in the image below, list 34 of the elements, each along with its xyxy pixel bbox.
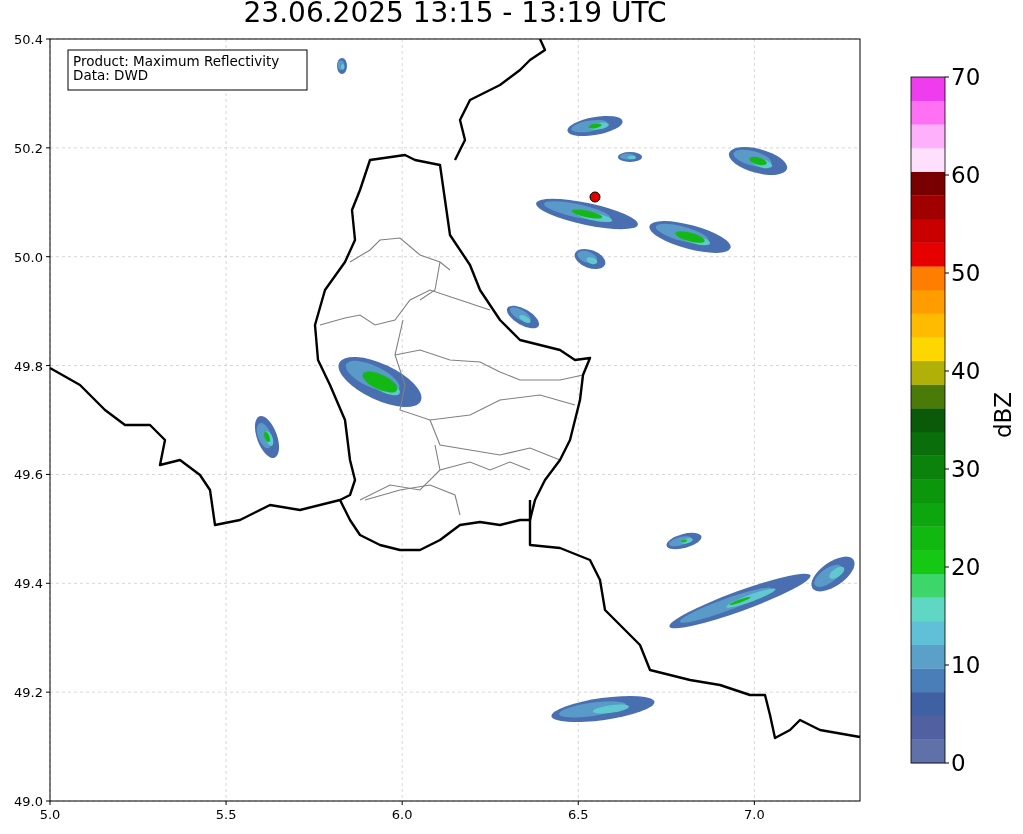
y-tick-label: 49.8	[14, 358, 43, 374]
x-tick-label: 5.0	[39, 807, 61, 822]
x-tick-label: 7.0	[744, 807, 765, 822]
radar-echo	[567, 115, 623, 137]
y-tick-label: 49.2	[14, 685, 43, 701]
radar-echo	[574, 248, 606, 270]
y-tick-label: 49.0	[14, 794, 43, 809]
y-tick-label: 50.2	[14, 140, 43, 156]
x-tick-label: 6.0	[391, 807, 413, 822]
location-marker	[589, 191, 601, 203]
y-tick-label: 49.6	[14, 467, 43, 483]
colorbar-tick-label: 0	[951, 750, 966, 776]
radar-echo	[254, 416, 280, 458]
colorbar-tick-label: 50	[951, 260, 981, 286]
chart-title: 23.06.2025 13:15 - 13:19 UTC	[243, 0, 667, 31]
y-tick-label: 50.0	[14, 249, 43, 265]
legend-text: Data: DWD	[73, 67, 149, 83]
colorbar-tick-label: 60	[951, 162, 981, 188]
radar-echo	[728, 147, 788, 175]
colorbar-tick-label: 40	[951, 358, 981, 384]
colorbar-tick-label: 10	[951, 652, 981, 678]
colorbar-label: dBZ	[990, 391, 1016, 439]
colorbar-tick-label: 30	[951, 456, 981, 482]
y-tick-label: 50.4	[14, 32, 43, 47]
legend-text: Product: Maximum Reflectivity	[73, 53, 280, 69]
colorbar-tick-label: 70	[951, 64, 981, 90]
radar-echo	[666, 532, 702, 550]
x-tick-label: 6.5	[567, 807, 589, 822]
radar-echo	[618, 152, 642, 162]
x-tick-label: 5.5	[215, 807, 237, 822]
radar-echo	[506, 305, 540, 329]
radar-echo	[337, 58, 347, 74]
y-tick-label: 49.4	[14, 576, 43, 592]
colorbar-tick-label: 20	[951, 554, 981, 580]
